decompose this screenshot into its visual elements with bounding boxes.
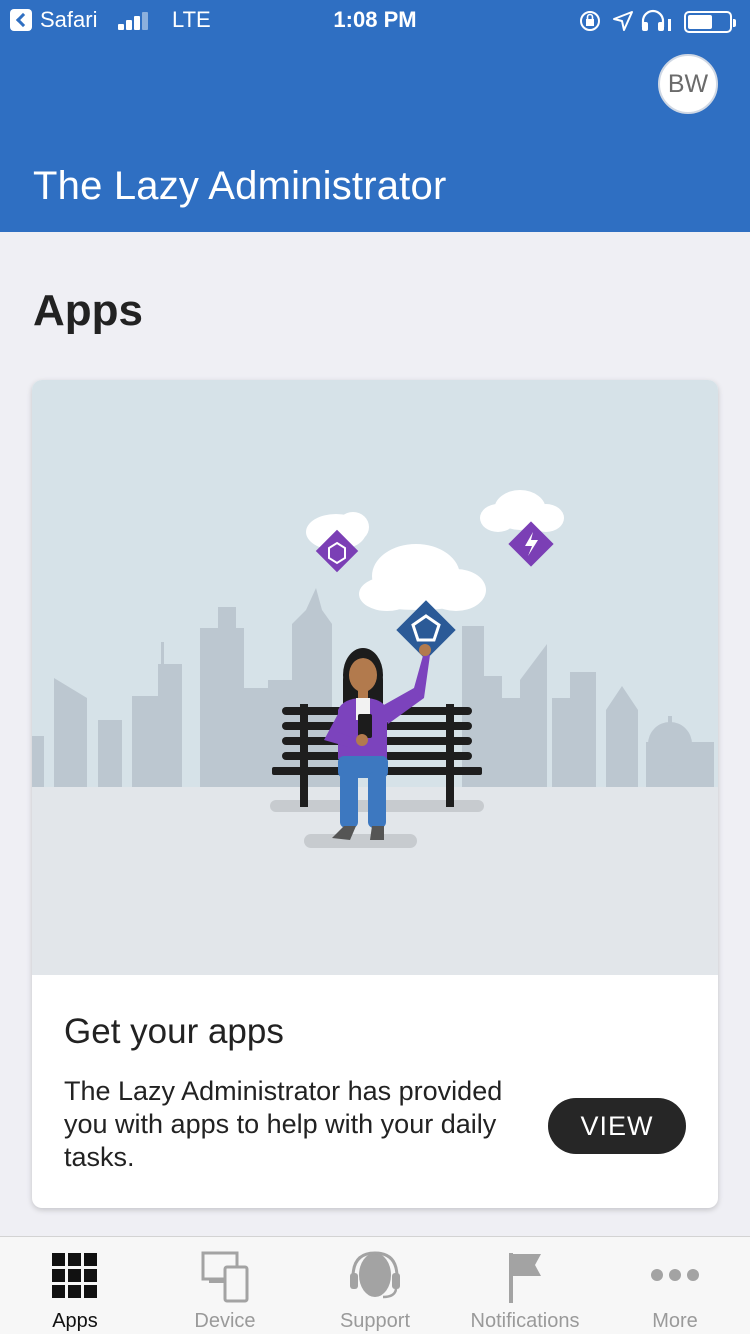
tab-apps[interactable]: Apps [0, 1237, 150, 1334]
tab-device-label: Device [194, 1310, 256, 1332]
tab-support[interactable]: Support [300, 1237, 450, 1334]
headphones-icon [641, 9, 671, 31]
city-bench-illustration [32, 380, 718, 975]
headset-icon [350, 1251, 400, 1299]
tab-more[interactable]: More [600, 1237, 750, 1334]
rotation-lock-icon [580, 11, 600, 31]
tab-more-label: More [652, 1310, 698, 1332]
avatar[interactable]: BW [658, 54, 718, 114]
grid-icon [52, 1253, 97, 1298]
card-description: The Lazy Administrator has provided you … [64, 1076, 503, 1172]
more-icon [651, 1269, 699, 1281]
tab-notifications[interactable]: Notifications [450, 1237, 600, 1334]
app-header: Safari LTE 1:08 PM BW The Lazy Administr… [0, 0, 750, 232]
get-apps-card: Get your apps The Lazy Administrator has… [32, 380, 718, 1208]
status-icons [556, 8, 736, 34]
view-apps-button[interactable]: VIEW [548, 1098, 686, 1154]
tab-support-label: Support [339, 1310, 411, 1332]
tab-apps-label: Apps [52, 1310, 98, 1332]
card-body: Get your apps The Lazy Administrator has… [32, 975, 718, 1208]
flag-icon [509, 1253, 541, 1303]
battery-icon [684, 11, 736, 33]
status-bar: Safari LTE 1:08 PM [0, 0, 750, 40]
location-icon [613, 11, 633, 31]
tab-device[interactable]: Device [150, 1237, 300, 1334]
bottom-tab-bar: Apps Device Support Notifications More [0, 1236, 750, 1334]
tab-notifications-label: Notifications [470, 1310, 580, 1332]
device-icon [201, 1251, 249, 1303]
organization-name: The Lazy Administrator [33, 164, 447, 208]
card-heading: Get your apps [64, 1012, 284, 1051]
page-title: Apps [33, 286, 143, 335]
